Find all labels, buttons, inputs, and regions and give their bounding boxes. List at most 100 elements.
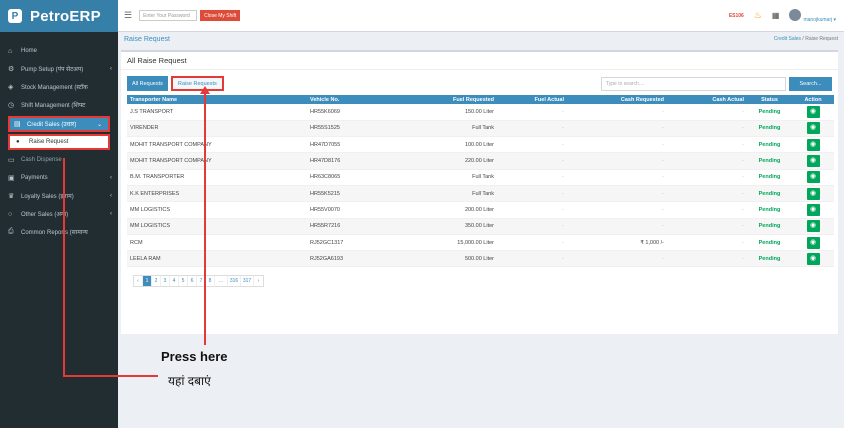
- notification-icon[interactable]: ♨: [754, 10, 762, 21]
- cash-actual: -: [742, 190, 744, 197]
- col-cash-actual[interactable]: Cash Actual: [667, 95, 747, 104]
- table-cell: ◉: [792, 218, 834, 235]
- brand[interactable]: P PetroERP: [0, 0, 118, 32]
- prev-page-button[interactable]: ‹: [134, 276, 143, 287]
- password-input[interactable]: Enter Your Password: [139, 10, 198, 21]
- eye-icon[interactable]: ◉: [806, 187, 820, 200]
- user-name: manojkumarj ▾: [803, 16, 836, 23]
- table-row: VIRENDER HR55S1525 Full Tank - - - Pending ◉: [127, 120, 834, 138]
- fuel-actual: -: [562, 108, 564, 115]
- next-page-button[interactable]: ›: [254, 276, 263, 286]
- page-button[interactable]: 6: [188, 276, 197, 287]
- apps-grid-icon[interactable]: ▦: [772, 11, 780, 20]
- table-cell: K.K ENTERPRISES: [127, 185, 307, 203]
- eye-icon[interactable]: ◉: [806, 155, 820, 168]
- table-cell: -: [567, 152, 667, 170]
- sidebar-item-shift-management[interactable]: ◷ Shift Management (शिफ्ट: [0, 96, 118, 114]
- eye-icon[interactable]: ◉: [806, 171, 820, 184]
- eye-icon[interactable]: ◉: [806, 236, 820, 249]
- sidebar-item-home[interactable]: ⌂ Home: [0, 42, 118, 60]
- eye-icon[interactable]: ◉: [806, 138, 820, 151]
- page-button[interactable]: 317: [241, 276, 254, 287]
- col-fuel-actual[interactable]: Fuel Actual: [497, 95, 567, 104]
- page-button[interactable]: 2: [152, 276, 161, 287]
- table-cell: ◉: [792, 201, 834, 219]
- menu-toggle-icon[interactable]: ☰: [124, 10, 132, 21]
- cash-actual: -: [742, 239, 744, 246]
- eye-icon[interactable]: ◉: [806, 252, 820, 265]
- table-cell: -: [567, 104, 667, 121]
- annotation-line-vertical-right: [204, 93, 206, 345]
- tab-all-requests[interactable]: All Requests: [127, 76, 168, 91]
- sidebar-item-cash-dispense[interactable]: ▭ Cash Dispense: [0, 151, 118, 169]
- table-cell: HR47D8176: [307, 152, 427, 170]
- table-cell: ◉: [792, 104, 834, 121]
- page-button[interactable]: 3: [161, 276, 170, 287]
- table-cell: -: [667, 218, 747, 235]
- breadcrumb-current: Raise Request: [805, 36, 838, 42]
- page-button[interactable]: 8: [206, 276, 215, 287]
- col-fuel-requested[interactable]: Fuel Requested: [427, 95, 497, 104]
- cash-requested: -: [662, 125, 664, 132]
- col-vehicle[interactable]: Vehicle No.: [307, 95, 427, 104]
- sidebar-item-label: Shift Management (शिफ्ट: [21, 103, 86, 109]
- fuel-requested: 220.00 Liter: [464, 158, 494, 165]
- search-button[interactable]: Search...: [789, 76, 832, 91]
- table-cell: 15,000.00 Liter: [427, 234, 497, 252]
- status-badge: Pending: [758, 108, 781, 115]
- dot-icon: ●: [16, 139, 20, 145]
- table-cell: RCM: [127, 234, 307, 252]
- table-row: B.M. TRANSPORTER HR63C8065 Full Tank - - - Pen…: [127, 169, 834, 186]
- cash-actual: -: [742, 141, 744, 148]
- page-button[interactable]: 5: [179, 276, 188, 287]
- vehicle-no: HR47D7055: [310, 141, 341, 148]
- tab-raise-requests[interactable]: Raise Requests: [170, 76, 224, 91]
- page-button[interactable]: 4: [170, 276, 179, 287]
- eye-icon[interactable]: ◉: [806, 203, 820, 216]
- chevron-left-icon: ‹: [110, 175, 112, 181]
- eye-icon[interactable]: ◉: [806, 105, 820, 118]
- transporter-name: MOHIT TRANSPORT COMPANY: [130, 141, 212, 148]
- sidebar-item-raise-request[interactable]: ● Raise Request: [8, 134, 110, 150]
- vehicle-no: HR55R7216: [310, 223, 341, 230]
- cash-requested: -: [662, 190, 664, 197]
- sidebar-item-common-reports[interactable]: ⎙ Common Reports (सामान्य: [0, 223, 118, 241]
- vehicle-no: RJ52GC1317: [310, 239, 344, 246]
- table-cell: ◉: [792, 185, 834, 203]
- page-button[interactable]: 1: [143, 276, 152, 287]
- cash-actual: -: [742, 125, 744, 132]
- table-header-row: Transporter Name Vehicle No. Fuel Reques…: [127, 95, 834, 104]
- search-input[interactable]: Type to search....: [601, 76, 786, 91]
- sidebar-item-label: Pump Setup (पंप सेटअप): [21, 67, 84, 73]
- breadcrumb: Credit Sales / Raise Request: [774, 36, 838, 43]
- breadcrumb-parent[interactable]: Credit Sales: [774, 36, 801, 42]
- pagination: ‹ 1 2 3 4 5 6 7 8... 316 317 ›: [133, 275, 264, 288]
- table-cell: Pending: [747, 120, 792, 138]
- sidebar-item-payments[interactable]: ▣ Payments ‹: [0, 169, 118, 187]
- cash-actual: -: [742, 174, 744, 181]
- brand-name: PetroERP: [30, 7, 101, 25]
- close-shift-button[interactable]: Close My Shift: [200, 10, 241, 21]
- eye-icon[interactable]: ◉: [806, 122, 820, 135]
- transporter-name: B.M. TRANSPORTER: [130, 174, 185, 181]
- table-cell: B.M. TRANSPORTER: [127, 169, 307, 186]
- sidebar-item-other-sales[interactable]: ○ Other Sales (अन्य) ‹: [0, 205, 118, 223]
- vehicle-no: HR55S1525: [310, 125, 340, 132]
- sidebar-item-loyalty-sales[interactable]: ♛ Loyalty Sales (इनाम) ‹: [0, 187, 118, 205]
- table-cell: Full Tank: [427, 120, 497, 138]
- table-cell: 100.00 Liter: [427, 136, 497, 154]
- cubes-icon: ◈: [8, 84, 14, 91]
- col-status[interactable]: Status: [747, 95, 792, 104]
- page-button[interactable]: 316: [228, 276, 241, 287]
- fuel-requested: 15,000.00 Liter: [457, 239, 494, 246]
- sidebar-item-credit-sales[interactable]: ▤ Credit Sales (उधार) ⌄: [8, 116, 110, 132]
- table-cell: Pending: [747, 218, 792, 235]
- col-transporter[interactable]: Transporter Name: [127, 95, 307, 104]
- user-menu[interactable]: manojkumarj ▾: [789, 8, 836, 23]
- vehicle-no: HR55V0070: [310, 206, 340, 213]
- sidebar-item-pump-setup[interactable]: ⚙ Pump Setup (पंप सेटअप) ‹: [0, 60, 118, 78]
- col-cash-requested[interactable]: Cash Requested: [567, 95, 667, 104]
- sidebar-item-stock-management[interactable]: ◈ Stock Management (स्टॉक: [0, 78, 118, 96]
- cash-requested: -: [662, 108, 664, 115]
- eye-icon[interactable]: ◉: [806, 220, 820, 233]
